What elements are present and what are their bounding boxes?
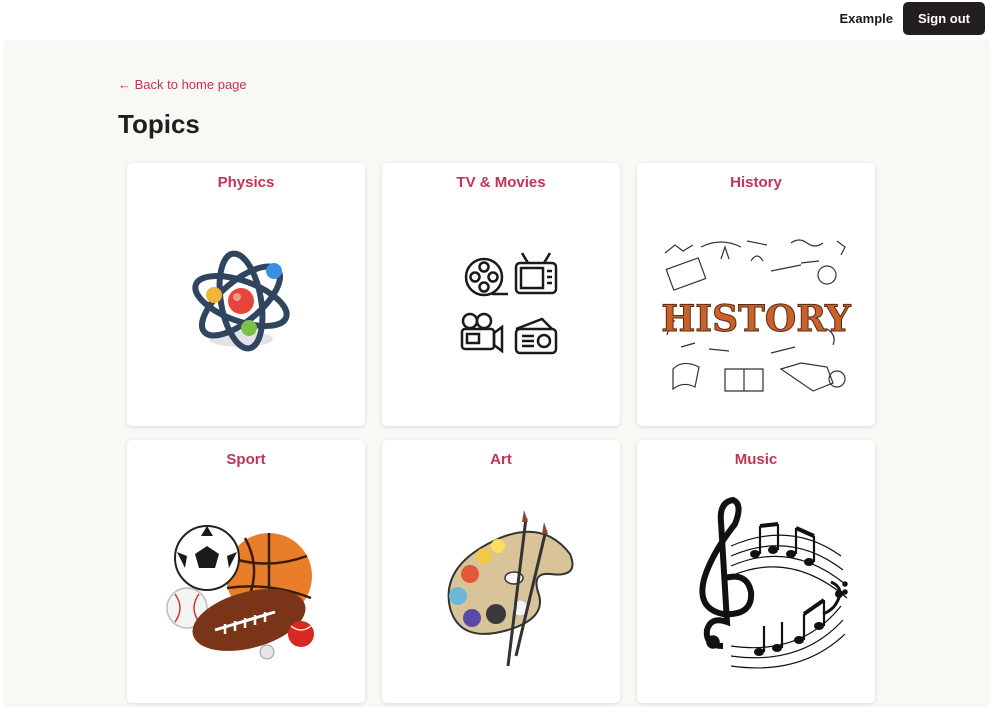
- media-icons: [396, 219, 606, 399]
- topic-title: Art: [490, 451, 512, 468]
- sign-out-button[interactable]: Sign out: [903, 2, 985, 35]
- topic-card-tv-movies[interactable]: TV & Movies: [382, 163, 620, 426]
- atom-icon: [141, 219, 351, 399]
- topic-card-physics[interactable]: Physics: [127, 163, 365, 426]
- treble-clef-icon: [699, 496, 755, 649]
- topic-title: Sport: [226, 451, 266, 468]
- main-content: ← Back to home page Topics Physics TV & …: [4, 42, 990, 707]
- history-doodle: HISTORY: [651, 219, 861, 399]
- back-to-home-link[interactable]: ← Back to home page: [118, 77, 247, 92]
- topic-card-history[interactable]: History HISTORY: [637, 163, 875, 426]
- topic-card-art[interactable]: Art: [382, 440, 620, 703]
- topic-title: Physics: [217, 174, 275, 191]
- film-reel-icon: [464, 257, 508, 297]
- topic-title: History: [730, 174, 782, 191]
- topic-card-sport[interactable]: Sport: [127, 440, 365, 703]
- paint-palette-icon: [396, 496, 606, 676]
- topic-title: TV & Movies: [456, 174, 546, 191]
- top-bar: Example Sign out: [0, 0, 990, 40]
- topic-card-music[interactable]: Music: [637, 440, 875, 703]
- video-camera-icon: [460, 312, 504, 354]
- radio-icon: [514, 317, 558, 355]
- soccer-ball-icon: [174, 525, 240, 591]
- username-label: Example: [839, 11, 893, 26]
- sports-balls-icon: [141, 496, 351, 676]
- music-notes-icon: [651, 496, 861, 676]
- topic-title: Music: [734, 451, 778, 468]
- svg-text:HISTORY: HISTORY: [661, 298, 852, 340]
- page-title: Topics: [118, 109, 200, 139]
- television-icon: [514, 252, 558, 295]
